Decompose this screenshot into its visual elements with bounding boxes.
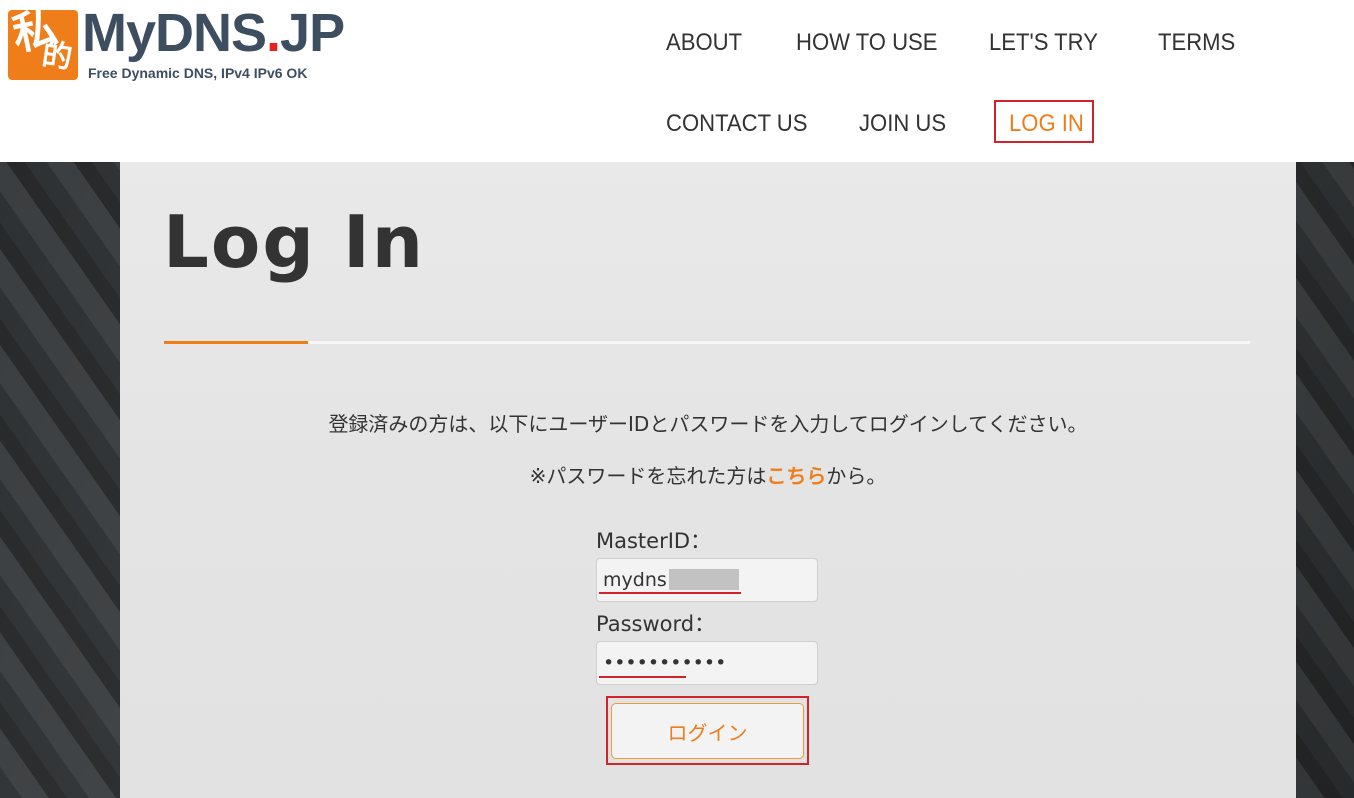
nav-about[interactable]: ABOUT: [666, 31, 742, 55]
forgot-password-note: ※パスワードを忘れた方はこちらから。: [120, 464, 1296, 488]
title-divider-accent: [164, 341, 308, 344]
logo-tagline: Free Dynamic DNS, IPv4 IPv6 OK: [88, 65, 308, 81]
nav-how-to-use[interactable]: HOW TO USE: [796, 31, 937, 55]
forgot-prefix: ※パスワードを忘れた方は: [529, 464, 767, 488]
nav-terms[interactable]: TERMS: [1158, 31, 1235, 55]
site-header: 私 的 MyDNS.JP Free Dynamic DNS, IPv4 IPv6…: [0, 0, 1354, 162]
logo-kanji-bottom: 的: [39, 37, 75, 76]
redacted-id-suffix: [669, 569, 739, 590]
forgot-suffix: から。: [826, 464, 887, 488]
nav-lets-try[interactable]: LET'S TRY: [989, 31, 1098, 55]
logo-name-suffix: JP: [280, 3, 345, 63]
login-submit-button[interactable]: ログイン: [611, 703, 804, 759]
site-logo[interactable]: 私 的 MyDNS.JP Free Dynamic DNS, IPv4 IPv6…: [8, 6, 345, 84]
password-input[interactable]: [596, 641, 818, 685]
forgot-password-link[interactable]: こちら: [766, 464, 826, 488]
page-title: Log In: [163, 200, 425, 284]
nav-contact-us[interactable]: CONTACT US: [666, 112, 807, 136]
login-instructions: 登録済みの方は、以下にユーザーIDとパスワードを入力してログインしてください。: [328, 412, 1088, 436]
nav-log-in-highlight: [994, 100, 1094, 143]
logo-wordmark: MyDNS.JP: [82, 3, 345, 63]
logo-mark-icon: 私 的: [8, 10, 78, 80]
master-id-label: MasterID：: [596, 529, 712, 553]
master-id-annotation-underline: [599, 592, 741, 594]
logo-name-main: MyDNS: [82, 3, 267, 63]
logo-name-dot: .: [266, 3, 281, 63]
password-annotation-underline: [599, 676, 686, 678]
title-divider: [164, 341, 1250, 344]
nav-join-us[interactable]: JOIN US: [859, 112, 946, 136]
password-label: Password：: [596, 612, 716, 636]
